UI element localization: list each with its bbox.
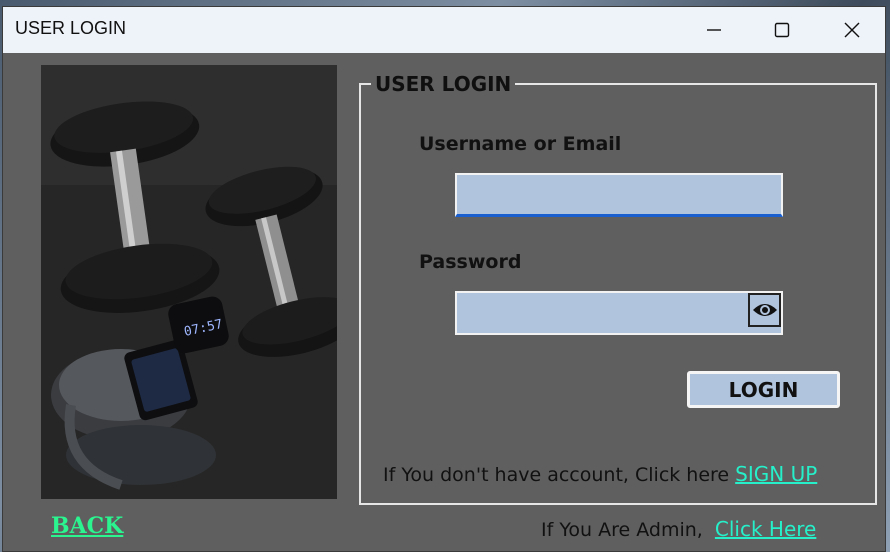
maximize-button[interactable] — [747, 7, 817, 53]
minimize-icon — [707, 29, 721, 31]
login-button[interactable]: LOGIN — [687, 371, 840, 408]
title-bar: USER LOGIN — [3, 7, 885, 53]
password-input[interactable] — [455, 291, 783, 335]
gym-photo: 07:57 — [41, 65, 337, 499]
back-link[interactable]: BACK — [51, 513, 123, 539]
password-label: Password — [419, 251, 522, 273]
username-label: Username or Email — [419, 133, 622, 155]
close-button[interactable] — [817, 7, 887, 53]
admin-link[interactable]: Click Here — [715, 517, 816, 541]
login-window: USER LOGIN 07:57 USER LOGIN Username or … — [2, 6, 886, 552]
username-input[interactable] — [455, 173, 783, 217]
show-password-button[interactable] — [748, 293, 781, 327]
login-panel-legend: USER LOGIN — [375, 72, 512, 96]
window-title: USER LOGIN — [15, 18, 127, 38]
close-icon — [844, 22, 860, 38]
signup-row: If You don't have account, Click here SI… — [383, 462, 817, 486]
eye-icon — [752, 304, 777, 316]
admin-row: If You Are Admin, Click Here — [541, 517, 816, 541]
maximize-icon — [774, 22, 790, 38]
admin-prompt: If You Are Admin, — [541, 519, 703, 541]
dumbbells-image: 07:57 — [41, 65, 337, 499]
minimize-button[interactable] — [679, 7, 749, 53]
signup-prompt: If You don't have account, Click here — [383, 464, 730, 486]
signup-link[interactable]: SIGN UP — [735, 462, 817, 486]
